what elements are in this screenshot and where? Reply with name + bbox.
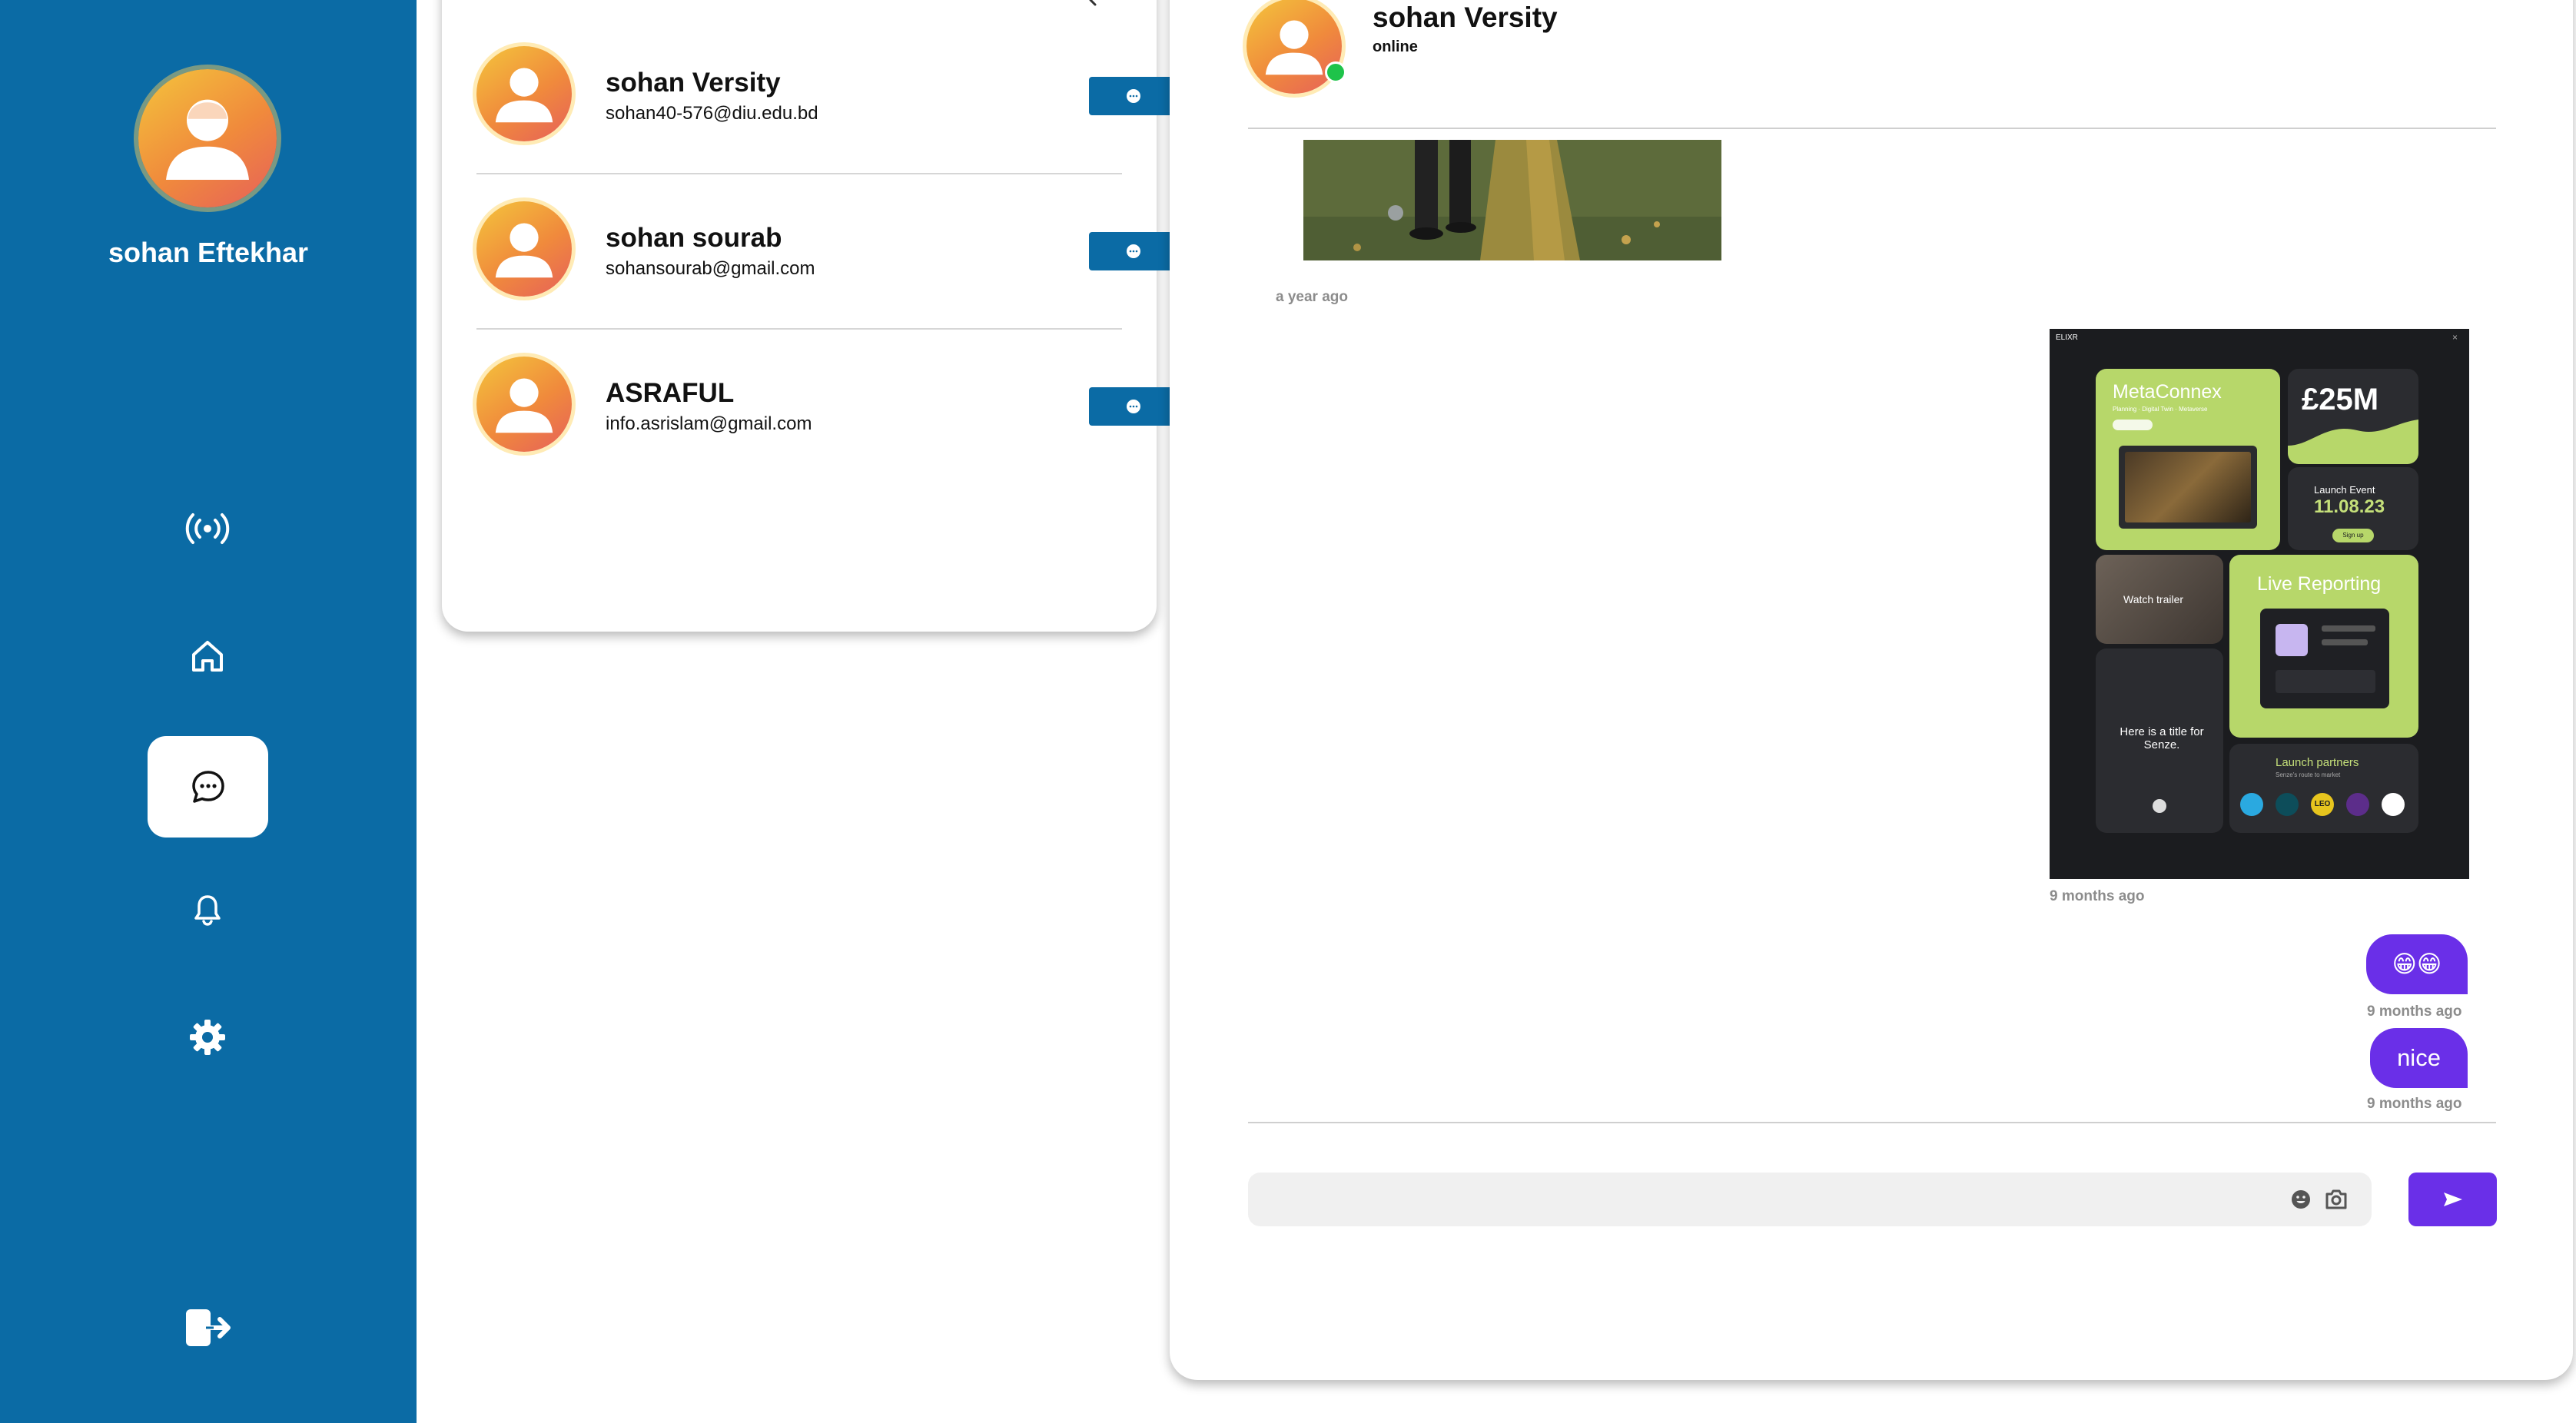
message-image-sent[interactable]: ELIXR × MetaConnex Planning · Digital Tw… xyxy=(2050,329,2469,879)
shot-wave xyxy=(2288,420,2418,464)
divider xyxy=(1248,1122,2496,1123)
contact-name: sohan Versity xyxy=(606,68,781,98)
shot-card-text: Here is a title for Senze. xyxy=(2120,725,2204,751)
shot-card: Launch Event 11.08.23 Sign up xyxy=(2288,467,2418,550)
shot-brand: ELIXR xyxy=(2056,333,2078,342)
profile-name: sohan Eftekhar xyxy=(108,237,309,268)
chat-bubble-icon xyxy=(1127,400,1140,413)
shot-close: × xyxy=(2452,332,2458,343)
message-input[interactable] xyxy=(1266,1180,2269,1220)
shot-partner-logo: LEO xyxy=(2311,793,2334,816)
home-icon xyxy=(192,641,223,672)
message-composer xyxy=(1248,1173,2372,1226)
shot-card: £25M xyxy=(2288,369,2418,464)
nav-settings[interactable] xyxy=(177,1007,238,1068)
message-image-received[interactable] xyxy=(1303,140,1721,260)
message-button[interactable] xyxy=(1089,77,1178,115)
user-icon xyxy=(495,68,553,123)
contact-name: sohan sourab xyxy=(606,223,782,253)
contact-name: ASRAFUL xyxy=(606,378,735,408)
chat-partner-name: sohan Versity xyxy=(1373,2,1558,33)
divider xyxy=(1248,128,2496,129)
shot-card: Watch trailer xyxy=(2096,555,2223,644)
broadcast-icon xyxy=(185,513,230,544)
camera-icon[interactable] xyxy=(2324,1188,2349,1211)
user-icon xyxy=(495,223,553,278)
contact-avatar xyxy=(476,357,572,452)
shot-card-title: MetaConnex xyxy=(2113,381,2222,403)
message-timestamp: 9 months ago xyxy=(2050,888,2145,904)
shot-card-date: 11.08.23 xyxy=(2314,496,2385,517)
shot-laptop xyxy=(2119,446,2257,529)
contact-email: sohan40-576@diu.edu.bd xyxy=(606,103,818,124)
contact-avatar xyxy=(476,201,572,297)
chat-bubble-icon xyxy=(1127,244,1140,258)
chat-panel: sohan Versity online a year ago ELIXR × … xyxy=(1170,0,2573,1380)
shot-card-value: £25M xyxy=(2302,383,2379,416)
send-button[interactable] xyxy=(2408,1173,2497,1226)
chat-bubble-icon xyxy=(1127,89,1140,103)
contact-email: sohansourab@gmail.com xyxy=(606,258,815,279)
shot-card-label: Launch Event xyxy=(2314,484,2375,496)
logout-icon xyxy=(186,1309,231,1346)
contact-row[interactable]: sohan Versity sohan40-576@diu.edu.bd xyxy=(476,0,1178,174)
chat-icon xyxy=(191,771,224,803)
shot-card-sub: Senze's route to market xyxy=(2276,771,2341,778)
forest-photo xyxy=(1303,140,1721,260)
contact-email: info.asrislam@gmail.com xyxy=(606,413,812,434)
nav-chat[interactable] xyxy=(148,736,268,838)
profile-avatar[interactable] xyxy=(138,69,277,207)
shot-dashboard xyxy=(2260,609,2389,708)
shot-card-title: Launch partners xyxy=(2276,756,2359,769)
contact-row[interactable]: ASRAFUL info.asrislam@gmail.com xyxy=(476,309,1178,463)
shot-pill xyxy=(2113,420,2153,430)
send-icon xyxy=(2443,1192,2462,1206)
shot-card: Launch partners Senze's route to market … xyxy=(2229,744,2418,833)
contact-row[interactable]: sohan sourab sohansourab@gmail.com xyxy=(476,154,1178,330)
bell-icon xyxy=(194,895,221,926)
message-button[interactable] xyxy=(1089,232,1178,270)
chat-partner-status: online xyxy=(1373,38,1418,55)
shot-card-title: Live Reporting xyxy=(2257,573,2382,595)
shot-card-button: Sign up xyxy=(2332,529,2374,542)
message-button[interactable] xyxy=(1089,387,1178,426)
shot-card-sub: Planning · Digital Twin · Metaverse xyxy=(2113,406,2208,413)
message-bubble-sent[interactable]: 😁😁 xyxy=(2366,934,2468,994)
logout-button[interactable] xyxy=(177,1297,238,1358)
contact-avatar xyxy=(476,46,572,141)
gear-icon xyxy=(190,1020,225,1055)
shot-card: Here is a title for Senze. xyxy=(2096,648,2223,833)
nav-notifications[interactable] xyxy=(177,879,238,940)
message-bubble-sent[interactable]: nice xyxy=(2370,1028,2468,1088)
online-indicator xyxy=(1325,61,1346,83)
contacts-panel: sohan Versity sohan40-576@diu.edu.bd soh… xyxy=(442,0,1178,632)
nav-broadcast[interactable] xyxy=(177,498,238,559)
shot-card-label: Watch trailer xyxy=(2123,593,2184,605)
emoji-icon[interactable] xyxy=(2290,1189,2312,1210)
message-timestamp: 9 months ago xyxy=(2367,1003,2462,1020)
nav-home[interactable] xyxy=(177,625,238,687)
user-icon xyxy=(495,378,553,433)
shot-card: MetaConnex Planning · Digital Twin · Met… xyxy=(2096,369,2280,550)
sidebar: sohan Eftekhar xyxy=(0,0,417,1423)
user-icon xyxy=(166,99,249,180)
message-timestamp: a year ago xyxy=(1276,289,1348,305)
shot-card: Live Reporting xyxy=(2229,555,2418,738)
message-timestamp: 9 months ago xyxy=(2367,1096,2462,1112)
